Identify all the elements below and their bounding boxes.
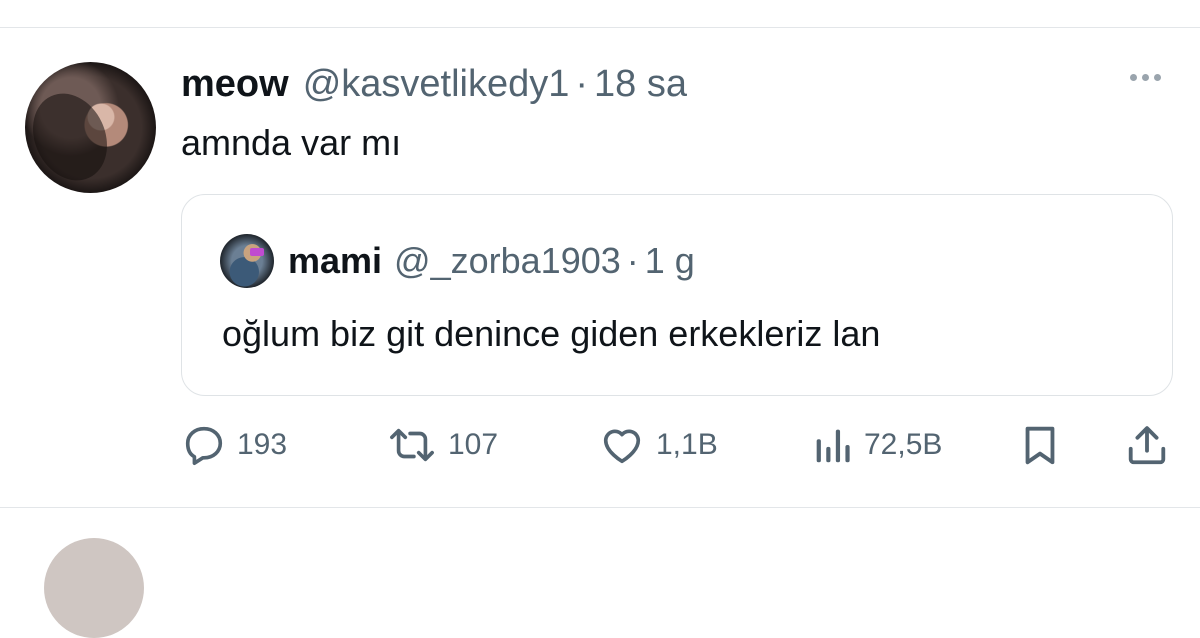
more-dot: [1142, 74, 1149, 81]
quoted-user-handle: @_zorba1903: [394, 240, 621, 281]
top-divider: [0, 27, 1200, 28]
next-tweet-avatar[interactable]: [44, 538, 144, 638]
quoted-tweet-time: 1 g: [644, 240, 695, 281]
views-icon: [810, 422, 854, 468]
separator-dot: ·: [626, 240, 639, 281]
heart-icon: [598, 422, 646, 468]
tweet-time[interactable]: 18 sa: [594, 63, 687, 106]
quoted-tweet-text: oğlum biz git denince giden erkekleriz l…: [222, 313, 881, 354]
share-icon: [1124, 422, 1170, 468]
reply-count: 193: [237, 428, 288, 461]
quoted-tweet-card[interactable]: mami @_zorba1903 · 1 g oğlum biz git den…: [181, 194, 1173, 396]
more-dot: [1154, 74, 1161, 81]
more-dot: [1130, 74, 1137, 81]
retweet-icon: [386, 422, 438, 468]
user-handle[interactable]: @kasvetlikedy1: [303, 63, 570, 106]
retweet-count: 107: [448, 428, 499, 461]
quoted-tweet-header: mami @_zorba1903 · 1 g: [288, 239, 695, 283]
more-dots-icon[interactable]: [1130, 74, 1161, 81]
avatar[interactable]: [25, 62, 156, 193]
retweet-button[interactable]: 107: [386, 422, 498, 468]
like-count: 1,1B: [656, 428, 718, 461]
display-name[interactable]: meow: [181, 63, 289, 106]
views-button[interactable]: 72,5B: [810, 422, 942, 468]
like-button[interactable]: 1,1B: [598, 422, 718, 468]
bottom-divider: [0, 507, 1200, 508]
separator-dot: ·: [575, 62, 589, 105]
reply-icon: [181, 422, 227, 468]
views-count: 72,5B: [864, 428, 943, 461]
tweet-text: amnda var mı: [181, 122, 402, 163]
share-button[interactable]: [1124, 422, 1170, 468]
quoted-avatar[interactable]: [220, 234, 274, 288]
bookmark-button[interactable]: [1020, 422, 1060, 468]
quoted-display-name: mami: [288, 240, 383, 281]
reply-button[interactable]: 193: [181, 422, 287, 468]
tweet-header: meow @kasvetlikedy1 · 18 sa: [181, 62, 687, 106]
bookmark-icon: [1020, 422, 1060, 468]
